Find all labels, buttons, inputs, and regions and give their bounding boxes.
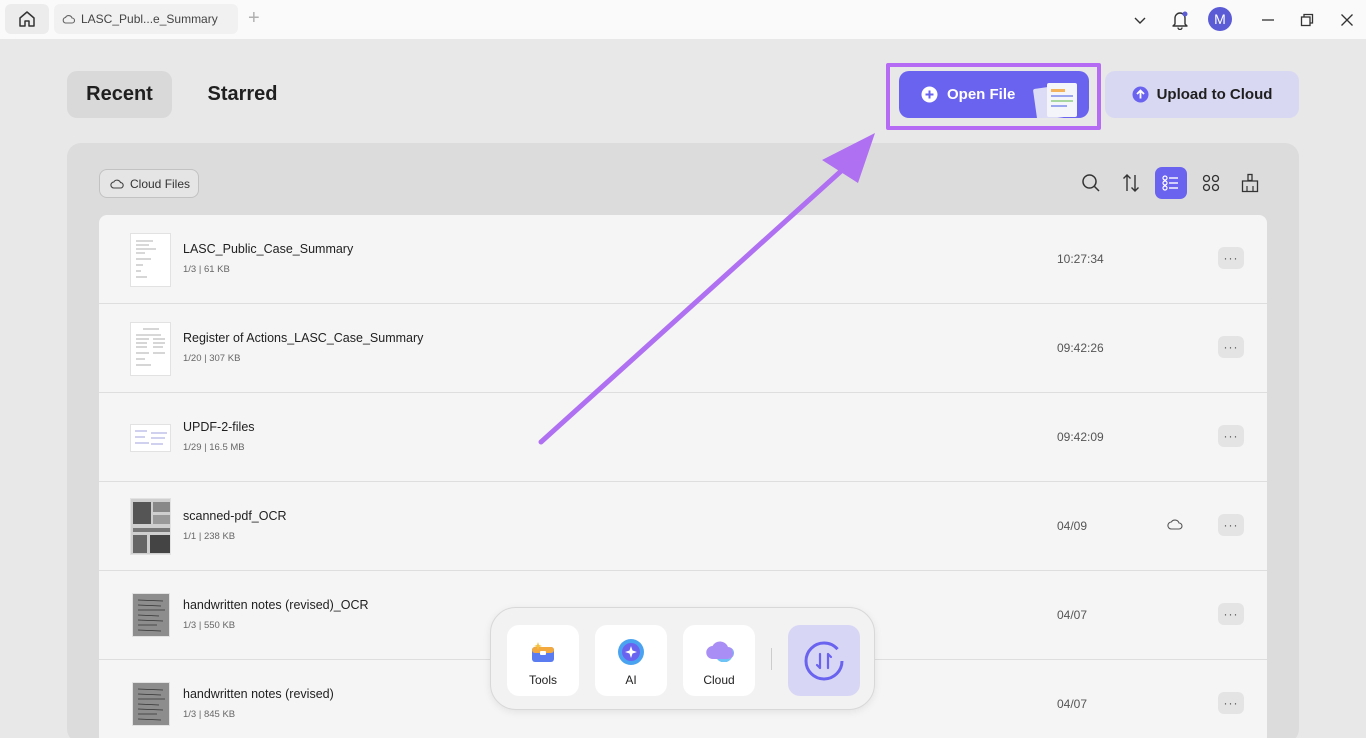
file-row[interactable]: scanned-pdf_OCR 1/1 | 238 KB 04/09 ··· xyxy=(99,482,1267,571)
document-tab[interactable]: LASC_Publ...e_Summary xyxy=(54,4,238,34)
bottom-dock: Tools AI Cloud xyxy=(490,607,875,710)
file-name: handwritten notes (revised) xyxy=(183,687,334,701)
tab-starred[interactable]: Starred xyxy=(190,71,295,118)
minimize-icon xyxy=(1262,19,1274,21)
file-row[interactable]: Register of Actions_LASC_Case_Summary 1/… xyxy=(99,304,1267,393)
tools-label: Tools xyxy=(528,673,557,687)
home-button[interactable] xyxy=(5,4,49,34)
file-time: 04/09 xyxy=(1057,519,1088,533)
file-time: 04/07 xyxy=(1057,697,1088,711)
restore-icon xyxy=(1300,13,1314,27)
cloud-icon xyxy=(110,179,124,189)
file-name: Register of Actions_LASC_Case_Summary xyxy=(183,331,424,345)
file-name: scanned-pdf_OCR xyxy=(183,509,287,523)
more-options-button[interactable]: ··· xyxy=(1218,336,1244,358)
cloud-icon xyxy=(1167,519,1183,530)
title-bar: LASC_Publ...e_Summary + M xyxy=(0,0,1366,39)
user-avatar[interactable]: M xyxy=(1208,7,1232,31)
toolbox-icon xyxy=(532,642,554,662)
file-thumbnail xyxy=(130,233,171,287)
document-tab-label: LASC_Publ...e_Summary xyxy=(81,12,218,26)
file-row[interactable]: LASC_Public_Case_Summary 1/3 | 61 KB 10:… xyxy=(99,215,1267,304)
file-meta: 1/1 | 238 KB xyxy=(183,531,236,542)
list-view-button[interactable] xyxy=(1155,167,1187,199)
file-time: 04/07 xyxy=(1057,608,1088,622)
clean-up-button[interactable] xyxy=(1234,167,1266,199)
file-name: handwritten notes (revised)_OCR xyxy=(183,598,369,612)
file-meta: 1/3 | 61 KB xyxy=(183,264,230,275)
broom-icon xyxy=(1241,173,1259,193)
upload-arrow-icon xyxy=(1132,86,1149,103)
close-button[interactable] xyxy=(1334,7,1360,33)
switch-button[interactable] xyxy=(788,625,860,696)
ai-label: AI xyxy=(625,673,637,687)
file-thumbnail xyxy=(132,593,170,637)
file-time: 09:42:26 xyxy=(1057,341,1104,355)
tools-button[interactable]: Tools xyxy=(507,625,579,696)
restore-button[interactable] xyxy=(1294,7,1320,33)
cloud-files-label: Cloud Files xyxy=(130,176,191,191)
add-tab-button[interactable]: + xyxy=(248,8,260,28)
file-thumbnail xyxy=(130,424,171,452)
grid-view-icon xyxy=(1202,174,1220,192)
file-thumbnail xyxy=(132,682,170,726)
cloud-label: Cloud xyxy=(703,673,735,687)
file-row[interactable]: UPDF-2-files 1/29 | 16.5 MB 09:42:09 ··· xyxy=(99,393,1267,482)
file-meta: 1/3 | 550 KB xyxy=(183,620,236,631)
file-time: 10:27:34 xyxy=(1057,252,1104,266)
search-icon xyxy=(1082,174,1100,192)
file-thumbnail xyxy=(130,322,171,376)
ai-button[interactable]: AI xyxy=(595,625,667,696)
chevron-down-icon xyxy=(1134,17,1146,24)
cloud-icon xyxy=(62,14,75,24)
file-meta: 1/3 | 845 KB xyxy=(183,709,236,720)
dock-divider xyxy=(771,648,772,670)
file-thumbnail xyxy=(130,498,171,555)
minimize-button[interactable] xyxy=(1255,7,1281,33)
more-options-button[interactable]: ··· xyxy=(1218,425,1244,447)
upload-to-cloud-label: Upload to Cloud xyxy=(1156,86,1273,103)
cloud-icon xyxy=(706,641,734,662)
more-options-button[interactable]: ··· xyxy=(1218,247,1244,269)
more-options-button[interactable]: ··· xyxy=(1218,603,1244,625)
file-name: LASC_Public_Case_Summary xyxy=(183,242,354,256)
open-file-highlight xyxy=(886,63,1101,130)
dropdown-button[interactable] xyxy=(1127,7,1153,33)
upload-to-cloud-button[interactable]: Upload to Cloud xyxy=(1105,71,1299,118)
search-button[interactable] xyxy=(1075,167,1107,199)
file-meta: 1/29 | 16.5 MB xyxy=(183,442,245,453)
bell-icon xyxy=(1172,11,1188,30)
tab-recent[interactable]: Recent xyxy=(67,71,172,118)
more-options-button[interactable]: ··· xyxy=(1218,692,1244,714)
grid-view-button[interactable] xyxy=(1195,167,1227,199)
notifications-button[interactable] xyxy=(1167,7,1193,33)
cloud-status xyxy=(1167,517,1183,535)
sort-icon xyxy=(1123,174,1139,192)
more-options-button[interactable]: ··· xyxy=(1218,514,1244,536)
file-time: 09:42:09 xyxy=(1057,430,1104,444)
list-view-icon xyxy=(1162,175,1178,191)
close-icon xyxy=(1341,14,1353,26)
home-icon xyxy=(19,11,35,27)
cloud-files-button[interactable]: Cloud Files xyxy=(99,169,199,198)
file-name: UPDF-2-files xyxy=(183,420,255,434)
switch-icon xyxy=(804,641,844,680)
sort-button[interactable] xyxy=(1115,167,1147,199)
ai-assistant-icon xyxy=(618,639,644,665)
cloud-button[interactable]: Cloud xyxy=(683,625,755,696)
file-meta: 1/20 | 307 KB xyxy=(183,353,241,364)
